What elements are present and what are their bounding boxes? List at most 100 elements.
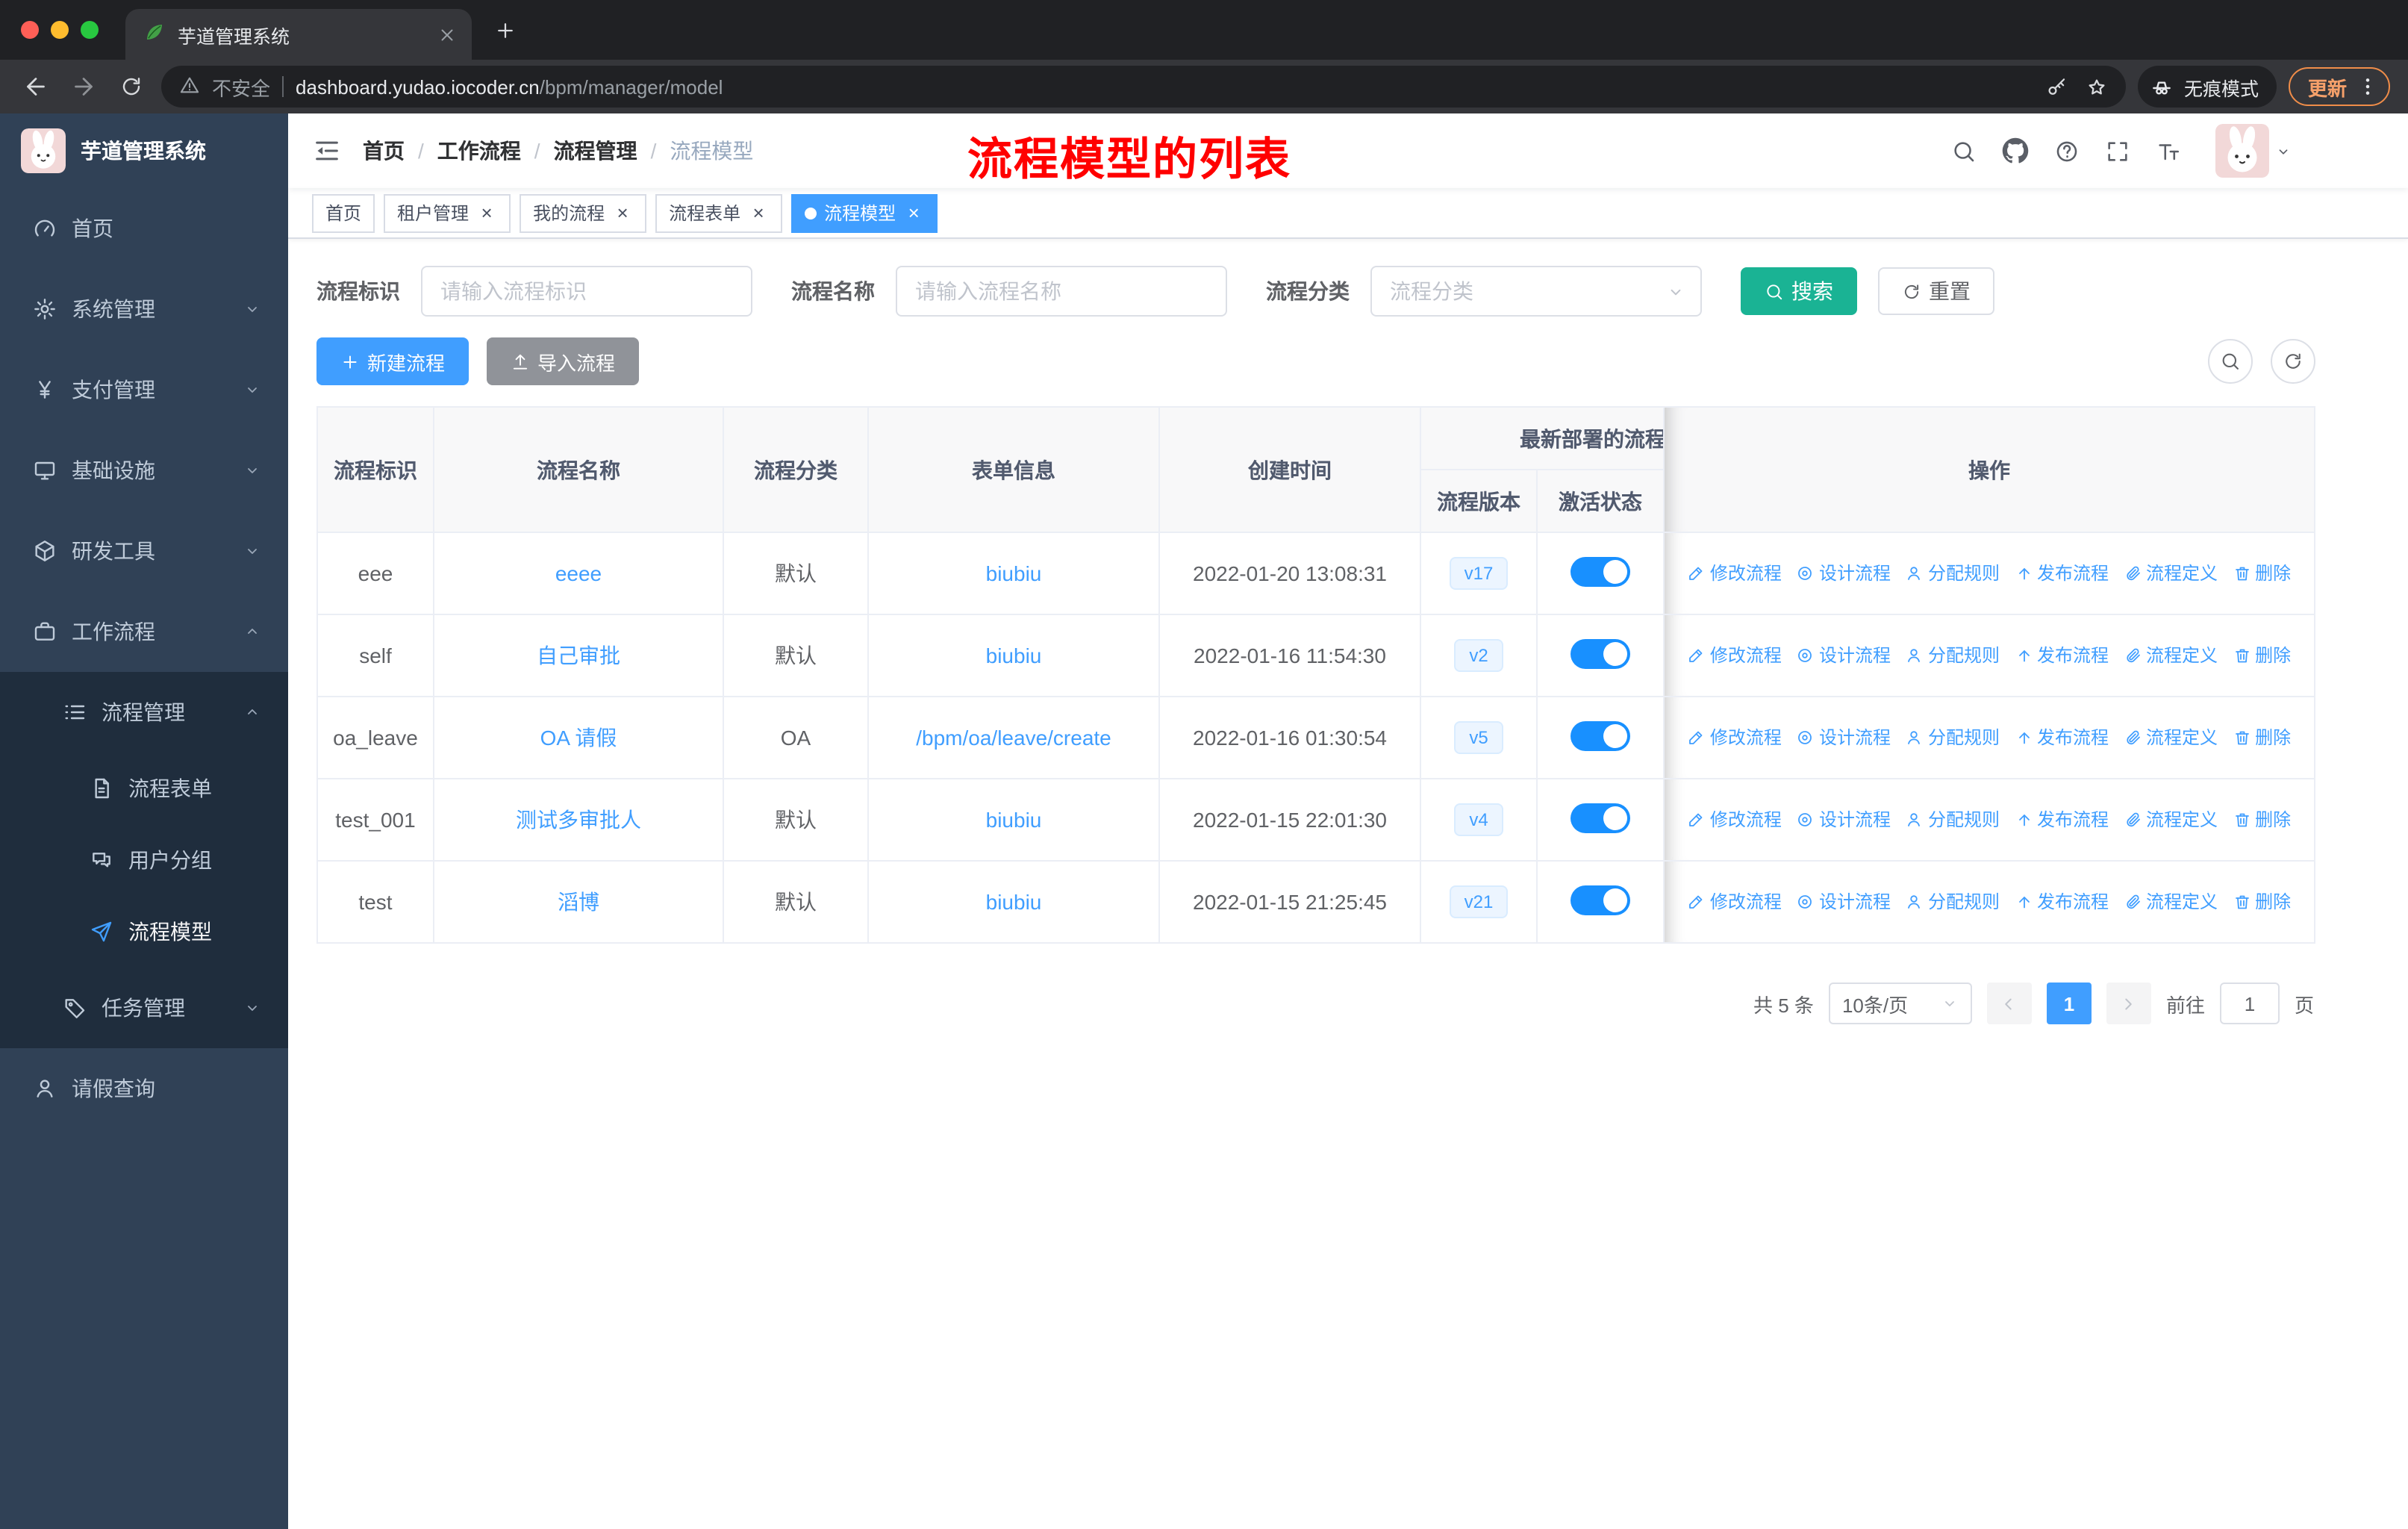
action-edit-link[interactable]: 修改流程 [1688, 643, 1782, 668]
tag-close-icon[interactable]: × [748, 202, 769, 223]
activation-toggle[interactable] [1570, 556, 1630, 586]
action-define-link[interactable]: 流程定义 [2124, 807, 2218, 832]
font-size-icon[interactable] [2156, 138, 2181, 164]
form-info-link[interactable]: /bpm/oa/leave/create [916, 726, 1111, 750]
forward-icon[interactable] [66, 69, 102, 105]
incognito-badge[interactable]: 无痕模式 [2137, 66, 2277, 108]
sidebar-item-infra[interactable]: 基础设施 [0, 430, 288, 511]
action-trash-link[interactable]: 删除 [2233, 643, 2291, 668]
form-info-link[interactable]: biubiu [986, 808, 1042, 832]
new-tab-button[interactable] [484, 9, 525, 51]
category-select[interactable]: 流程分类 [1370, 266, 1702, 317]
sidebar-item-home[interactable]: 首页 [0, 188, 288, 269]
process-name-link[interactable]: OA 请假 [540, 726, 617, 750]
tag-close-icon[interactable]: × [476, 202, 497, 223]
sidebar-item-process-form[interactable]: 流程表单 [0, 753, 288, 824]
process-key-input[interactable] [421, 266, 752, 317]
action-define-link[interactable]: 流程定义 [2124, 643, 2218, 668]
action-design-link[interactable]: 设计流程 [1797, 643, 1891, 668]
create-process-button[interactable]: 新建流程 [316, 337, 470, 385]
view-tag[interactable]: 我的流程 × [520, 193, 647, 232]
fullscreen-icon[interactable] [2105, 138, 2130, 164]
action-trash-link[interactable]: 删除 [2233, 561, 2291, 586]
breadcrumb-item[interactable]: 工作流程 [437, 136, 521, 166]
browser-update-button[interactable]: 更新 [2288, 67, 2390, 106]
address-bar[interactable]: 不安全 dashboard.yudao.iocoder.cn/bpm/manag… [161, 66, 2126, 108]
sidebar-item-process-model[interactable]: 流程模型 [0, 896, 288, 968]
action-design-link[interactable]: 设计流程 [1797, 889, 1891, 915]
action-design-link[interactable]: 设计流程 [1797, 725, 1891, 750]
activation-toggle[interactable] [1570, 803, 1630, 832]
action-assign-link[interactable]: 分配规则 [1906, 643, 2000, 668]
action-edit-link[interactable]: 修改流程 [1688, 889, 1782, 915]
action-trash-link[interactable]: 删除 [2233, 807, 2291, 832]
action-define-link[interactable]: 流程定义 [2124, 725, 2218, 750]
activation-toggle[interactable] [1570, 638, 1630, 668]
goto-page-input[interactable] [2219, 983, 2280, 1024]
browser-tab[interactable]: 芋道管理系统 [125, 9, 472, 60]
view-tag[interactable]: 首页 [312, 193, 375, 232]
action-publish-link[interactable]: 发布流程 [2015, 643, 2109, 668]
page-number-button[interactable]: 1 [2046, 983, 2092, 1024]
sidebar-collapse-icon[interactable] [312, 136, 342, 166]
page-size-select[interactable]: 10条/页 [1828, 983, 1972, 1024]
action-define-link[interactable]: 流程定义 [2124, 889, 2218, 915]
github-icon[interactable] [2002, 137, 2029, 164]
reset-button[interactable]: 重置 [1878, 267, 1994, 315]
user-avatar[interactable] [2215, 124, 2292, 178]
window-minimize-button[interactable] [51, 21, 69, 39]
next-page-button[interactable] [2106, 983, 2151, 1024]
action-trash-link[interactable]: 删除 [2233, 889, 2291, 915]
form-info-link[interactable]: biubiu [986, 561, 1042, 585]
view-tag[interactable]: 流程模型 × [791, 193, 938, 232]
action-publish-link[interactable]: 发布流程 [2015, 561, 2109, 586]
sidebar-item-task-mgmt[interactable]: 任务管理 [0, 968, 288, 1048]
action-assign-link[interactable]: 分配规则 [1906, 561, 2000, 586]
back-icon[interactable] [18, 69, 54, 105]
process-name-link[interactable]: 测试多审批人 [516, 808, 641, 832]
header-search-icon[interactable] [1951, 138, 1977, 164]
activation-toggle[interactable] [1570, 720, 1630, 750]
passwords-key-icon[interactable] [2045, 75, 2068, 98]
view-tag[interactable]: 租户管理 × [384, 193, 511, 232]
help-icon[interactable] [2054, 138, 2080, 164]
import-process-button[interactable]: 导入流程 [487, 337, 640, 385]
view-tag[interactable]: 流程表单 × [655, 193, 783, 232]
action-design-link[interactable]: 设计流程 [1797, 561, 1891, 586]
action-publish-link[interactable]: 发布流程 [2015, 889, 2109, 915]
action-define-link[interactable]: 流程定义 [2124, 561, 2218, 586]
action-design-link[interactable]: 设计流程 [1797, 807, 1891, 832]
action-publish-link[interactable]: 发布流程 [2015, 725, 2109, 750]
tag-close-icon[interactable]: × [612, 202, 633, 223]
activation-toggle[interactable] [1570, 885, 1630, 915]
breadcrumb-item[interactable]: 流程管理 [554, 136, 637, 166]
action-trash-link[interactable]: 删除 [2233, 725, 2291, 750]
form-info-link[interactable]: biubiu [986, 644, 1042, 667]
reload-icon[interactable] [113, 69, 149, 105]
action-assign-link[interactable]: 分配规则 [1906, 725, 2000, 750]
action-assign-link[interactable]: 分配规则 [1906, 889, 2000, 915]
sidebar-item-user-group[interactable]: 用户分组 [0, 824, 288, 896]
process-name-link[interactable]: 滔博 [558, 890, 599, 914]
action-edit-link[interactable]: 修改流程 [1688, 725, 1782, 750]
sidebar-item-system[interactable]: 系统管理 [0, 269, 288, 349]
refresh-table-button[interactable] [2271, 339, 2315, 384]
sidebar-logo[interactable]: 芋道管理系统 [0, 113, 288, 188]
search-button[interactable]: 搜索 [1741, 267, 1857, 315]
breadcrumb-item[interactable]: 首页 [363, 136, 405, 166]
sidebar-item-leave-query[interactable]: 请假查询 [0, 1048, 288, 1129]
process-name-link[interactable]: eeee [555, 561, 602, 585]
action-publish-link[interactable]: 发布流程 [2015, 807, 2109, 832]
toggle-search-button[interactable] [2208, 339, 2253, 384]
process-name-link[interactable]: 自己审批 [537, 644, 620, 667]
tab-close-icon[interactable] [437, 25, 457, 44]
sidebar-item-devtools[interactable]: 研发工具 [0, 511, 288, 591]
window-close-button[interactable] [21, 21, 39, 39]
bookmark-star-icon[interactable] [2086, 75, 2108, 98]
tag-close-icon[interactable]: × [903, 202, 924, 223]
prev-page-button[interactable] [1986, 983, 2032, 1024]
form-info-link[interactable]: biubiu [986, 890, 1042, 914]
sidebar-item-payment[interactable]: 支付管理 [0, 349, 288, 430]
sidebar-item-workflow[interactable]: 工作流程 [0, 591, 288, 672]
window-zoom-button[interactable] [81, 21, 99, 39]
